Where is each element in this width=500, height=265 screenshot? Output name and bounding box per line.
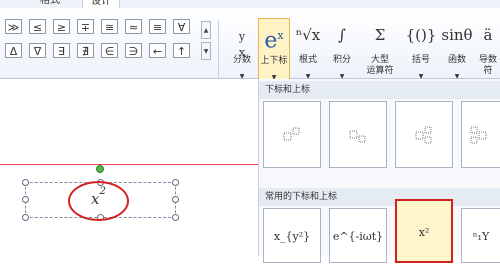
left-script-placeholder-icon	[470, 126, 487, 143]
gallery-script-option[interactable]	[461, 101, 500, 168]
equation-ribbon: ≫ ≤ ≥ ∓ ≅ ≈ ≡ ∀ Δ ∇ ∃ ∄ ∈ ∋ ← ↑ ▲ ▼ yx 分…	[0, 8, 500, 84]
resize-handle[interactable]	[22, 214, 29, 221]
symbol-button[interactable]: ∋	[125, 43, 142, 58]
radical-icon: ⁿ√x	[295, 26, 321, 44]
gallery-script-option[interactable]	[329, 101, 387, 168]
symbol-button[interactable]: ≫	[5, 19, 22, 34]
script-icon: ex	[264, 28, 284, 54]
gallery-script-option[interactable]	[395, 101, 453, 168]
symbol-button[interactable]: ∀	[173, 19, 190, 34]
fraction-label: 分数	[232, 55, 251, 65]
accent-tool[interactable]: ä 导数符	[476, 18, 500, 84]
subscript-placeholder-icon	[349, 130, 366, 142]
example-exponential[interactable]: e^{-iωt}	[329, 208, 387, 263]
symbol-button[interactable]: ↑	[173, 43, 190, 58]
superscript-placeholder-icon	[283, 127, 300, 140]
symbol-button[interactable]: ∈	[101, 43, 118, 58]
bracket-tool[interactable]: {()} 括号 ▼	[405, 18, 437, 84]
accent-label: 导数符	[478, 55, 497, 76]
radical-tool[interactable]: ⁿ√x 根式 ▼	[292, 18, 324, 84]
symbol-button[interactable]: ∇	[29, 43, 46, 58]
symbol-button[interactable]: ∄	[77, 43, 94, 58]
fraction-tool[interactable]: yx 分数 ▼	[226, 18, 258, 84]
function-label: 函数	[447, 55, 466, 65]
script-gallery: 下标和上标 常用的下标和上标 x_{y²} e^{-iωt} x² ⁿ₁Y	[258, 79, 500, 263]
symbol-button[interactable]: ∃	[53, 43, 70, 58]
symbol-button[interactable]: Δ	[5, 43, 22, 58]
symbol-button[interactable]: ∓	[77, 19, 94, 34]
resize-handle[interactable]	[172, 196, 179, 203]
radical-label: 根式	[298, 55, 317, 65]
integral-tool[interactable]: ∫ 积分 ▼	[326, 18, 358, 84]
integral-label: 积分	[332, 55, 351, 65]
script-label: 上下标	[260, 56, 288, 66]
function-tool[interactable]: sinθ 函数 ▼	[441, 18, 473, 84]
bracket-label: 括号	[411, 55, 430, 65]
scroll-down-icon[interactable]: ▼	[201, 42, 211, 60]
symbol-button[interactable]: ≤	[29, 19, 46, 34]
symbol-button[interactable]: ≅	[101, 19, 118, 34]
equation-text[interactable]: x2	[91, 186, 106, 208]
ribbon-separator	[218, 20, 219, 80]
symbol-button[interactable]: ≥	[53, 19, 70, 34]
symbol-button[interactable]: ≈	[125, 19, 142, 34]
bracket-icon: {()}	[405, 26, 437, 44]
resize-handle[interactable]	[172, 214, 179, 221]
example-xy2[interactable]: x_{y²}	[263, 208, 321, 263]
rotate-handle[interactable]	[96, 165, 104, 173]
function-icon: sinθ	[441, 26, 473, 44]
resize-handle[interactable]	[172, 179, 179, 186]
large-operator-icon: Σ	[374, 26, 386, 44]
example-x-squared[interactable]: x²	[395, 199, 453, 263]
example-left-script[interactable]: ⁿ₁Y	[461, 208, 500, 263]
scroll-up-icon[interactable]: ▲	[201, 21, 211, 39]
sub-sup-placeholder-icon	[415, 126, 432, 143]
symbol-button[interactable]: ≡	[149, 19, 166, 34]
large-operator-tool[interactable]: Σ 大型 运算符	[360, 18, 400, 84]
red-guide-line	[0, 164, 258, 165]
large-operator-label: 大型 运算符	[366, 55, 394, 76]
document-canvas[interactable]	[0, 79, 258, 256]
resize-handle[interactable]	[22, 179, 29, 186]
script-tool[interactable]: ex 上下标 ▼	[258, 18, 290, 84]
accent-icon: ä	[483, 26, 493, 44]
tab-format[interactable]: 格式	[32, 0, 68, 8]
gallery-common-header: 常用的下标和上标	[259, 188, 500, 206]
symbol-button[interactable]: ←	[149, 43, 166, 58]
fraction-icon: yx	[238, 30, 246, 59]
ribbon-tabs: 格式 设计	[0, 0, 500, 9]
gallery-header: 下标和上标	[259, 81, 500, 99]
gallery-script-option[interactable]	[263, 101, 321, 168]
integral-icon: ∫	[338, 26, 346, 44]
resize-handle[interactable]	[22, 196, 29, 203]
